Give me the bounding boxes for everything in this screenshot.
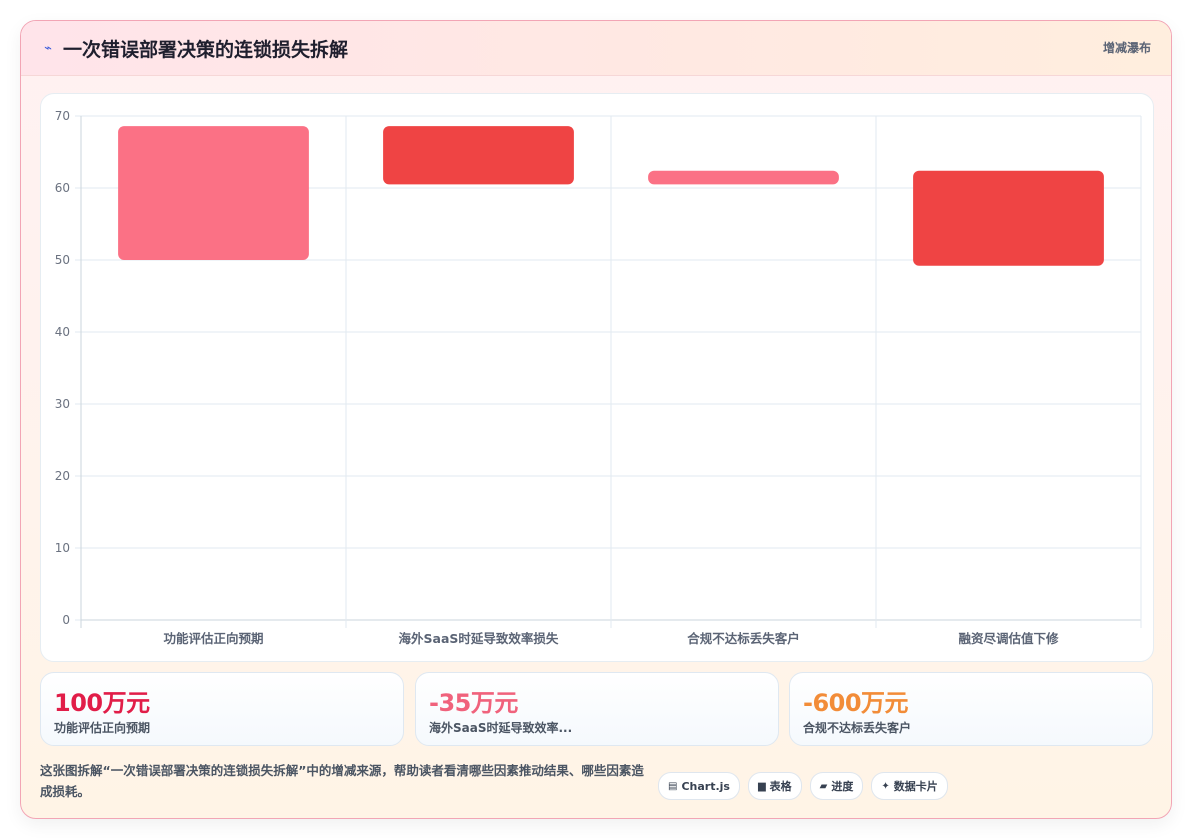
- y-tick-label: 20: [55, 469, 70, 483]
- y-tick-label: 60: [55, 181, 70, 195]
- x-tick-label: 合规不达标丢失客户: [687, 631, 800, 646]
- chip-label: 数据卡片: [893, 780, 938, 793]
- view-chips: ▤ Chart.js ▆ 表格 ▰ 进度 ✦ 数据卡片: [658, 772, 948, 800]
- y-tick-label: 30: [55, 397, 70, 411]
- chart-icon: ▤: [668, 780, 678, 792]
- waterfall-chart: 0 10 20 30 40 50 60 70 功能评估正向预期 海外SaaS时延导致效率损失 合规不…: [55, 109, 1142, 646]
- lightning-icon: ⌁: [44, 40, 52, 56]
- chip-label: Chart.js: [681, 779, 730, 793]
- chip-label: 进度: [831, 780, 854, 793]
- x-tick-label: 海外SaaS时延导致效率损失: [399, 631, 559, 646]
- chip-table[interactable]: ▆ 表格: [747, 772, 802, 800]
- y-tick-label: 70: [55, 109, 70, 123]
- waterfall-bar: [913, 170, 1104, 266]
- y-tick-label: 0: [62, 613, 70, 627]
- kpi-value: 100万元: [54, 689, 150, 717]
- waterfall-bar: [118, 126, 309, 260]
- kpi-card-2: -35万元 海外SaaS时延导致效率...: [415, 672, 779, 746]
- table-icon: ▆: [757, 780, 766, 792]
- page-title: 一次错误部署决策的连锁损失拆解: [63, 38, 349, 61]
- chip-chartjs[interactable]: ▤ Chart.js: [658, 772, 740, 800]
- y-tick-label: 10: [55, 541, 70, 555]
- kpi-label: 海外SaaS时延导致效率...: [429, 721, 573, 735]
- chip-data-card[interactable]: ✦ 数据卡片: [871, 772, 948, 800]
- chip-label: 表格: [769, 780, 792, 793]
- chart-type-tag: 增减瀑布: [1102, 41, 1151, 55]
- kpi-card-3: -600万元 合规不达标丢失客户: [789, 672, 1153, 746]
- kpi-label: 合规不达标丢失客户: [803, 721, 912, 735]
- y-tick-label: 50: [55, 253, 70, 267]
- x-tick-label: 功能评估正向预期: [163, 631, 263, 646]
- waterfall-bar: [383, 126, 574, 185]
- y-tick-label: 40: [55, 325, 70, 339]
- title-wrap: ⌁ 一次错误部署决策的连锁损失拆解: [41, 21, 348, 75]
- x-tick-label: 融资尽调估值下修: [958, 631, 1059, 646]
- chart-description: 这张图拆解“一次错误部署决策的连锁损失拆解”中的增减来源，帮助读者看清哪些因素推…: [40, 763, 644, 799]
- chip-progress[interactable]: ▰ 进度: [809, 772, 864, 800]
- kpi-value: -35万元: [429, 689, 518, 717]
- kpi-label: 功能评估正向预期: [54, 721, 151, 735]
- chart-panel: 0 10 20 30 40 50 60 70 功能评估正向预期 海外SaaS时延导致效率损失 合规不…: [40, 93, 1154, 662]
- waterfall-bar: [648, 170, 839, 185]
- sparkle-icon: ✦: [881, 780, 890, 792]
- progress-icon: ▰: [819, 780, 828, 792]
- kpi-card-1: 100万元 功能评估正向预期: [40, 672, 404, 746]
- chart-card: ⌁ 一次错误部署决策的连锁损失拆解 增减瀑布 0 10 20 30 40 50 60 70 功能…: [20, 20, 1172, 819]
- kpi-value: -600万元: [803, 689, 909, 717]
- card-header: ⌁ 一次错误部署决策的连锁损失拆解 增减瀑布: [21, 21, 1171, 76]
